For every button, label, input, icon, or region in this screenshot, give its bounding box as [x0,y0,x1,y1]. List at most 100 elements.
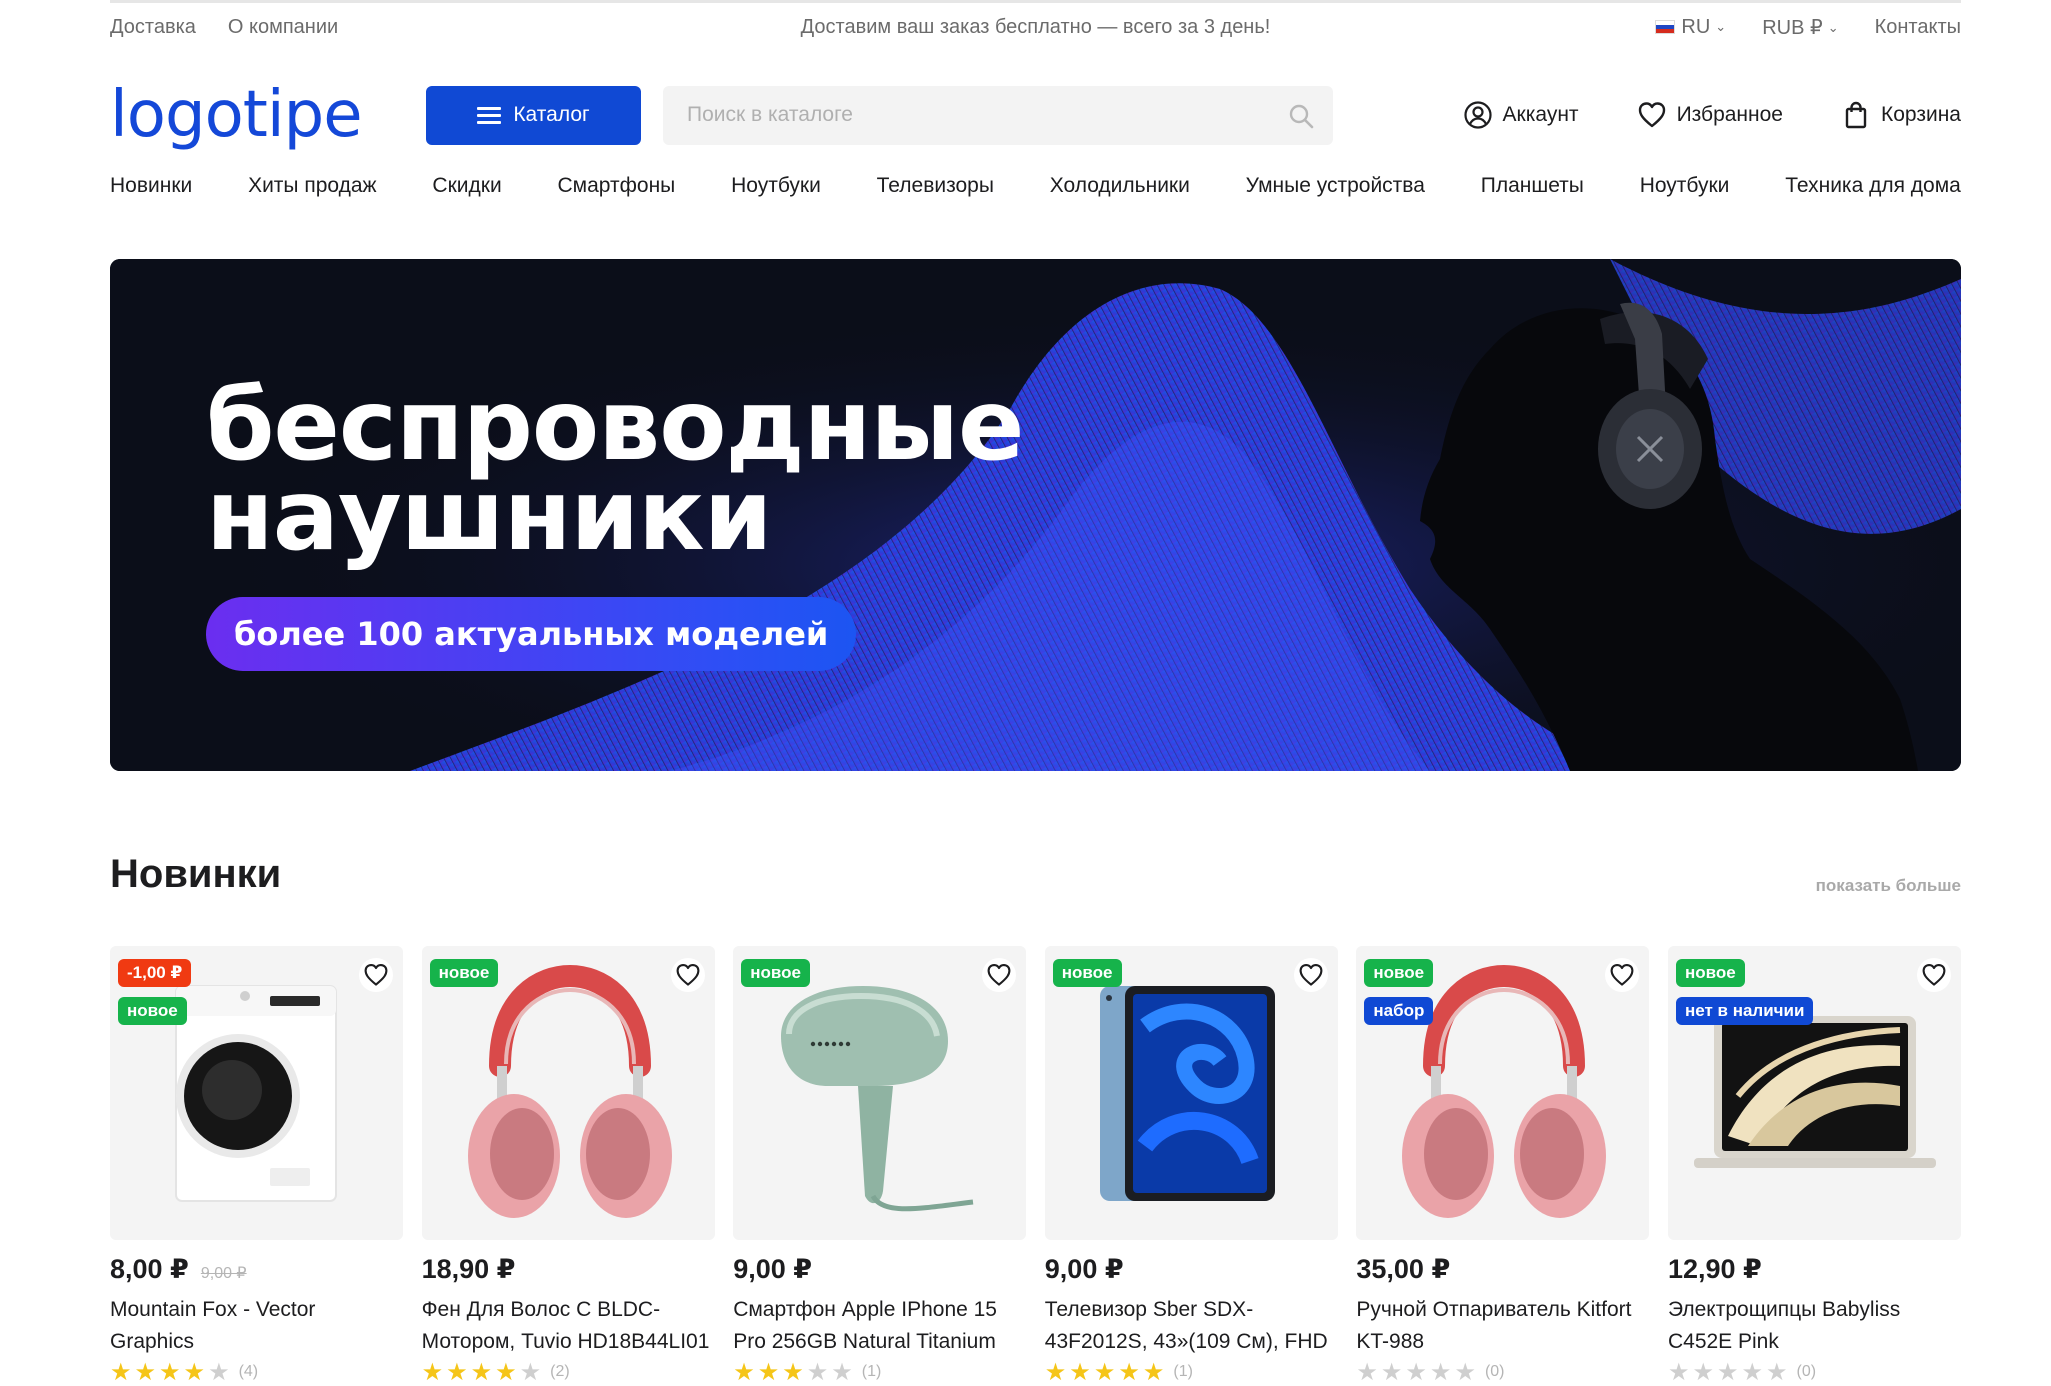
currency-select[interactable]: RUB ₽ ⌄ [1762,15,1838,40]
star-icon: ★ [1454,1358,1476,1386]
nav-item[interactable]: Ноутбуки [731,174,821,210]
product-badge: новое [741,959,810,987]
price-row: 9,00 ₽ [1045,1254,1338,1290]
top-bar: Доставка О компании Доставим ваш заказ б… [110,0,1961,52]
product-image[interactable]: -1,00 ₽ новое [110,946,403,1240]
catalog-label: Каталог [513,103,590,126]
account-label: Аккаунт [1502,103,1579,126]
product-badge: -1,00 ₽ [118,959,192,987]
star-icon: ★ [1069,1358,1091,1386]
badge-group: новое [429,959,499,987]
show-more-link-label[interactable]: показать больше [1816,876,1961,895]
cart-button[interactable]: Корзина [1841,100,1961,130]
product-image[interactable]: новое [421,946,715,1240]
product-name[interactable]: Ручной Отпариватель Kitfort KT-988 [1356,1294,1649,1358]
account-button[interactable]: Аккаунт [1463,100,1579,130]
heart-icon [364,963,388,986]
product-card[interactable]: новое нет в наличии 12,90 ₽ Электрощипцы … [1667,946,1961,1384]
star-icon: ★ [757,1358,780,1386]
nav-item[interactable]: Смартфоны [558,174,676,210]
favorite-button[interactable] [1605,958,1640,992]
star-icon: ★ [159,1358,181,1386]
favorite-button[interactable] [359,958,393,992]
review-count: (0) [1796,1363,1817,1380]
favorite-button[interactable] [1916,958,1951,992]
search-input[interactable] [663,85,1333,145]
delivery-link[interactable]: Доставка [110,16,196,39]
badge-group: -1,00 ₽ новое [118,959,192,1025]
nav-item[interactable]: Скидки [432,174,501,210]
product-image[interactable]: новое нет в наличии [1667,946,1961,1240]
badge-group: новое [741,959,810,987]
star-icon: ★ [733,1358,755,1386]
nav-item[interactable]: Хиты продаж [248,174,377,210]
product-price: 12,90 ₽ [1667,1254,1762,1284]
product-name[interactable]: Телевизор Sber SDX-43F2012S, 43»(109 См)… [1045,1294,1338,1358]
star-icon: ★ [1380,1358,1403,1386]
product-rating: ★ ★ ★ ★ ★ (1) [733,1360,1026,1384]
nav-item[interactable]: Ноутбуки [1640,174,1730,210]
review-count: (0) [1484,1363,1505,1380]
product-name[interactable]: Фен Для Волос С BLDC-Мотором, Tuvio HD18… [422,1294,715,1358]
product-grid: -1,00 ₽ новое 8,00 ₽ 9,00 ₽ Mountain Fox … [110,946,1961,1384]
nav-item[interactable]: Телевизоры [877,174,994,210]
product-name[interactable]: Mountain Fox - Vector Graphics [110,1294,403,1358]
star-icon: ★ [806,1358,829,1386]
nav-item[interactable]: Холодильники [1050,174,1190,210]
star-icon: ★ [446,1358,468,1386]
product-rating: ★ ★ ★ ★ ★ (4) [110,1360,403,1384]
menu-icon [477,106,502,124]
product-badge: новое [1364,959,1434,987]
nav-item[interactable]: Техника для дома [1785,174,1961,210]
favorite-button[interactable] [982,958,1017,992]
product-card[interactable]: новое 18,90 ₽ Фен Для Волос С BLDC-Мотор… [421,946,715,1386]
star-icon: ★ [831,1358,853,1386]
product-price: 9,00 ₽ [733,1254,813,1284]
show-more-link: показать больше [110,876,1961,896]
nav-item[interactable]: Новинки [110,174,192,210]
product-image[interactable]: новое набор [1356,946,1650,1240]
banner-subtitle-pill: более 100 актуальных моделей [206,597,857,671]
headphones-image [467,964,672,1218]
logo[interactable]: logotipe [110,83,426,147]
price-row: 9,00 ₽ [733,1254,1026,1290]
product-image[interactable]: новое [733,946,1027,1240]
promo-text: Доставим ваш заказ бесплатно — всего за … [800,16,1271,38]
about-link[interactable]: О компании [228,16,338,39]
product-image[interactable]: новое [1044,946,1338,1240]
product-card[interactable]: новое 9,00 ₽ Телевизор Sber SDX-43F2012S… [1044,946,1338,1386]
star-icon: ★ [1093,1358,1116,1386]
product-rating: ★ ★ ★ ★ ★ (0) [1356,1360,1649,1384]
promo-banner[interactable]: беспроводные наушники более 100 актуальн… [110,259,1961,771]
star-icon: ★ [183,1358,206,1386]
language-label: RU [1681,16,1711,38]
product-name[interactable]: Смартфон Apple IPhone 15 Pro 256GB Natur… [733,1294,1026,1358]
search-icon[interactable] [1287,102,1315,130]
product-name[interactable]: Электрощипцы Babyliss C452E Pink [1668,1294,1961,1358]
favorite-button[interactable] [670,958,705,992]
heart-icon [1922,963,1946,986]
star-icon: ★ [1118,1358,1140,1386]
review-count: (1) [1173,1363,1193,1380]
favorite-button[interactable] [1293,958,1328,992]
shopping-bag-icon [1845,101,1867,129]
heart-icon [1299,963,1323,986]
product-price: 35,00 ₽ [1356,1254,1451,1284]
language-select[interactable]: RU ⌄ [1655,16,1726,39]
header: logotipe Каталог Аккаунт Избранное Корзи… [110,70,1961,160]
nav-item[interactable]: Умные устройства [1246,174,1425,210]
product-card[interactable]: новое набор 35,00 ₽ Ручной Отпариватель K… [1356,946,1650,1384]
star-icon: ★ [470,1358,493,1386]
contacts-link[interactable]: Контакты [1875,16,1961,39]
star-icon: ★ [495,1358,517,1386]
star-icon: ★ [1044,1358,1067,1386]
badge-group: новое набор [1364,959,1434,1025]
catalog-button[interactable]: Каталог [426,85,641,145]
product-card[interactable]: новое 9,00 ₽ Смартфон Apple IPhone 15 Pr… [733,946,1027,1384]
nav-item[interactable]: Планшеты [1481,174,1584,210]
favorites-button[interactable]: Избранное [1637,100,1783,130]
product-badge: новое [1052,959,1122,987]
search-box [663,85,1333,145]
product-card[interactable]: -1,00 ₽ новое 8,00 ₽ 9,00 ₽ Mountain Fox … [110,946,403,1384]
review-count: (2) [550,1363,570,1380]
